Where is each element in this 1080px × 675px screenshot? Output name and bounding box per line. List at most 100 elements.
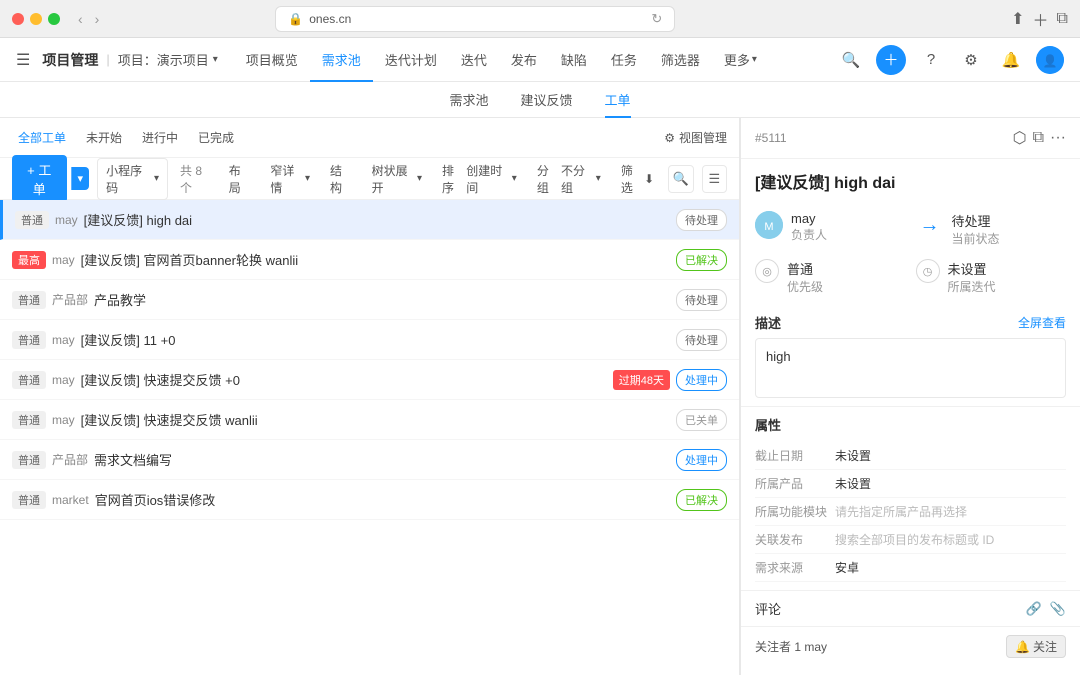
subnav-requirements[interactable]: 需求池 — [449, 82, 488, 118]
nav-bugs[interactable]: 缺陷 — [549, 38, 599, 82]
row-creator: may — [55, 213, 78, 227]
priority-value[interactable]: 普通 — [787, 259, 823, 278]
extensions-icon[interactable]: ⧉ — [1057, 10, 1068, 28]
window-controls — [12, 13, 60, 25]
user-avatar[interactable]: 👤 — [1036, 46, 1064, 74]
nav-iteration-plan[interactable]: 迭代计划 — [373, 38, 449, 82]
view-mgmt-label: 视图管理 — [679, 129, 727, 146]
project-label: 项目：演示项目 — [118, 50, 209, 69]
more-icon[interactable]: ··· — [1050, 129, 1066, 147]
status-cell: → 待处理 当前状态 — [916, 211, 1067, 249]
structure-button[interactable]: 结构 — [324, 160, 358, 198]
deadline-value[interactable]: 未设置 — [835, 447, 1066, 464]
group-button[interactable]: 分组 不分组 ▾ — [531, 160, 607, 198]
add-button[interactable]: ＋ — [876, 45, 906, 75]
sprint-value[interactable]: 未设置 — [948, 259, 996, 278]
sprint-icon: ◷ — [916, 259, 940, 283]
layout-button[interactable]: 布局 — [223, 160, 257, 198]
address-bar[interactable]: 🔒 ones.cn ↻ — [275, 6, 675, 32]
settings-button[interactable]: ⚙ — [956, 45, 986, 75]
assignee-name[interactable]: may — [791, 211, 827, 226]
list-view-button[interactable]: ☰ — [702, 165, 727, 193]
subnav-feedback[interactable]: 建议反馈 — [520, 82, 572, 118]
row-creator: may — [52, 373, 75, 387]
search-icon-button[interactable]: 🔍 — [668, 165, 693, 193]
work-row[interactable]: 普通 may [建议反馈] 快速提交反馈 +0 过期48天 处理中 — [0, 360, 739, 400]
nav-tasks[interactable]: 任务 — [599, 38, 649, 82]
filter-tab-all[interactable]: 全部工单 — [12, 127, 72, 148]
filter-tab-in-progress[interactable]: 进行中 — [136, 127, 184, 148]
filter-bar: 全部工单 未开始 进行中 已完成 ⚙ 视图管理 — [0, 118, 739, 158]
nav-release[interactable]: 发布 — [499, 38, 549, 82]
subnav-workorder[interactable]: 工单 — [605, 82, 631, 118]
link-out-icon[interactable]: ⬡ — [1013, 128, 1027, 148]
attachment-icon[interactable]: 📎 — [1050, 601, 1066, 617]
status-badge: 处理中 — [676, 449, 727, 471]
notification-button[interactable]: 🔔 — [996, 45, 1026, 75]
svg-text:M: M — [764, 221, 773, 233]
priority-icon: ◎ — [755, 259, 779, 283]
refresh-icon[interactable]: ↻ — [651, 11, 662, 27]
view-mgmt-button[interactable]: ⚙ 视图管理 — [664, 129, 727, 146]
status-badge: 待处理 — [676, 329, 727, 351]
sort-chevron-icon: ▾ — [512, 173, 517, 184]
work-row[interactable]: 普通 may [建议反馈] 快速提交反馈 wanlii 已关单 — [0, 400, 739, 440]
help-button[interactable]: ? — [916, 45, 946, 75]
priority-badge: 普通 — [12, 291, 46, 309]
product-value[interactable]: 未设置 — [835, 475, 1066, 492]
row-creator: may — [52, 253, 75, 267]
maximize-btn[interactable] — [48, 13, 60, 25]
overdue-badge: 过期48天 — [613, 370, 670, 390]
main-content: 全部工单 未开始 进行中 已完成 ⚙ 视图管理 + 工单 ▾ 小程序码 ▾ 共 … — [0, 118, 1080, 675]
status-value[interactable]: 待处理 — [952, 211, 1000, 230]
assignee-info: may 负责人 — [791, 211, 827, 245]
close-btn[interactable] — [12, 13, 24, 25]
work-row[interactable]: 普通 产品部 产品教学 待处理 — [0, 280, 739, 320]
project-selector[interactable]: 项目：演示项目 ▾ — [118, 50, 218, 69]
add-workorder-button[interactable]: + 工单 — [12, 155, 67, 203]
app-bar: ☰ 项目管理 | 项目：演示项目 ▾ 项目概览 需求池 迭代计划 迭代 发布 缺… — [0, 38, 1080, 82]
work-row[interactable]: 普通 may [建议反馈] 11 +0 待处理 — [0, 320, 739, 360]
detail-button[interactable]: 窄详情 ▾ — [264, 160, 316, 198]
link-icon[interactable]: 🔗 — [1026, 601, 1042, 617]
back-button[interactable]: ‹ — [74, 9, 87, 29]
nav-more[interactable]: 更多 ▾ — [712, 38, 769, 82]
add-workorder-arrow[interactable]: ▾ — [71, 167, 90, 190]
menu-icon[interactable]: ☰ — [16, 50, 30, 70]
browser-navigation: ‹ › — [74, 9, 103, 29]
filter-tab-completed[interactable]: 已完成 — [192, 127, 240, 148]
priority-cell: ◎ 普通 优先级 — [755, 259, 906, 297]
share-icon[interactable]: ⬆ — [1011, 9, 1024, 29]
module-value[interactable]: 请先指定所属产品再选择 — [835, 503, 1066, 520]
status-badge: 处理中 — [676, 369, 727, 391]
app-tools: 🔍 ＋ ? ⚙ 🔔 👤 — [836, 45, 1064, 75]
nav-filter[interactable]: 筛选器 — [649, 38, 712, 82]
nav-iteration[interactable]: 迭代 — [449, 38, 499, 82]
desc-content[interactable]: high — [755, 338, 1066, 398]
work-row[interactable]: 普通 market 官网首页ios错误修改 已解决 — [0, 480, 739, 520]
status-badge: 已关单 — [676, 409, 727, 431]
priority-badge: 普通 — [12, 411, 46, 429]
channel-value[interactable]: 安卓 — [835, 559, 1066, 576]
filter-right-button[interactable]: 筛选 ⬇ — [615, 160, 660, 198]
minimize-btn[interactable] — [30, 13, 42, 25]
attr-product: 所属产品 未设置 — [755, 470, 1066, 498]
filter-tab-not-started[interactable]: 未开始 — [80, 127, 128, 148]
copy-icon[interactable]: ⧉ — [1033, 129, 1044, 147]
right-panel: #5111 ⬡ ⧉ ··· [建议反馈] high dai M may 负责人 — [740, 118, 1080, 675]
work-row[interactable]: 普通 产品部 需求文档编写 处理中 — [0, 440, 739, 480]
sort-button[interactable]: 排序 创建时间 ▾ — [436, 160, 523, 198]
work-row[interactable]: 最高 may [建议反馈] 官网首页banner轮换 wanlii 已解决 — [0, 240, 739, 280]
follow-button[interactable]: 🔔 关注 — [1006, 635, 1066, 658]
work-row[interactable]: 普通 may [建议反馈] high dai 待处理 — [0, 200, 739, 240]
tree-button[interactable]: 树状展开 ▾ — [366, 160, 428, 198]
nav-overview[interactable]: 项目概览 — [234, 38, 310, 82]
channel-label: 需求来源 — [755, 559, 835, 576]
search-button[interactable]: 🔍 — [836, 45, 866, 75]
release-value[interactable]: 搜索全部项目的发布标题或 ID — [835, 531, 1066, 548]
forward-button[interactable]: › — [91, 9, 104, 29]
nav-backlog[interactable]: 需求池 — [310, 38, 373, 82]
filter-selector[interactable]: 小程序码 ▾ — [97, 158, 168, 200]
new-tab-icon[interactable]: ＋ — [1033, 7, 1049, 31]
fullscreen-button[interactable]: 全屏查看 — [1018, 314, 1066, 331]
